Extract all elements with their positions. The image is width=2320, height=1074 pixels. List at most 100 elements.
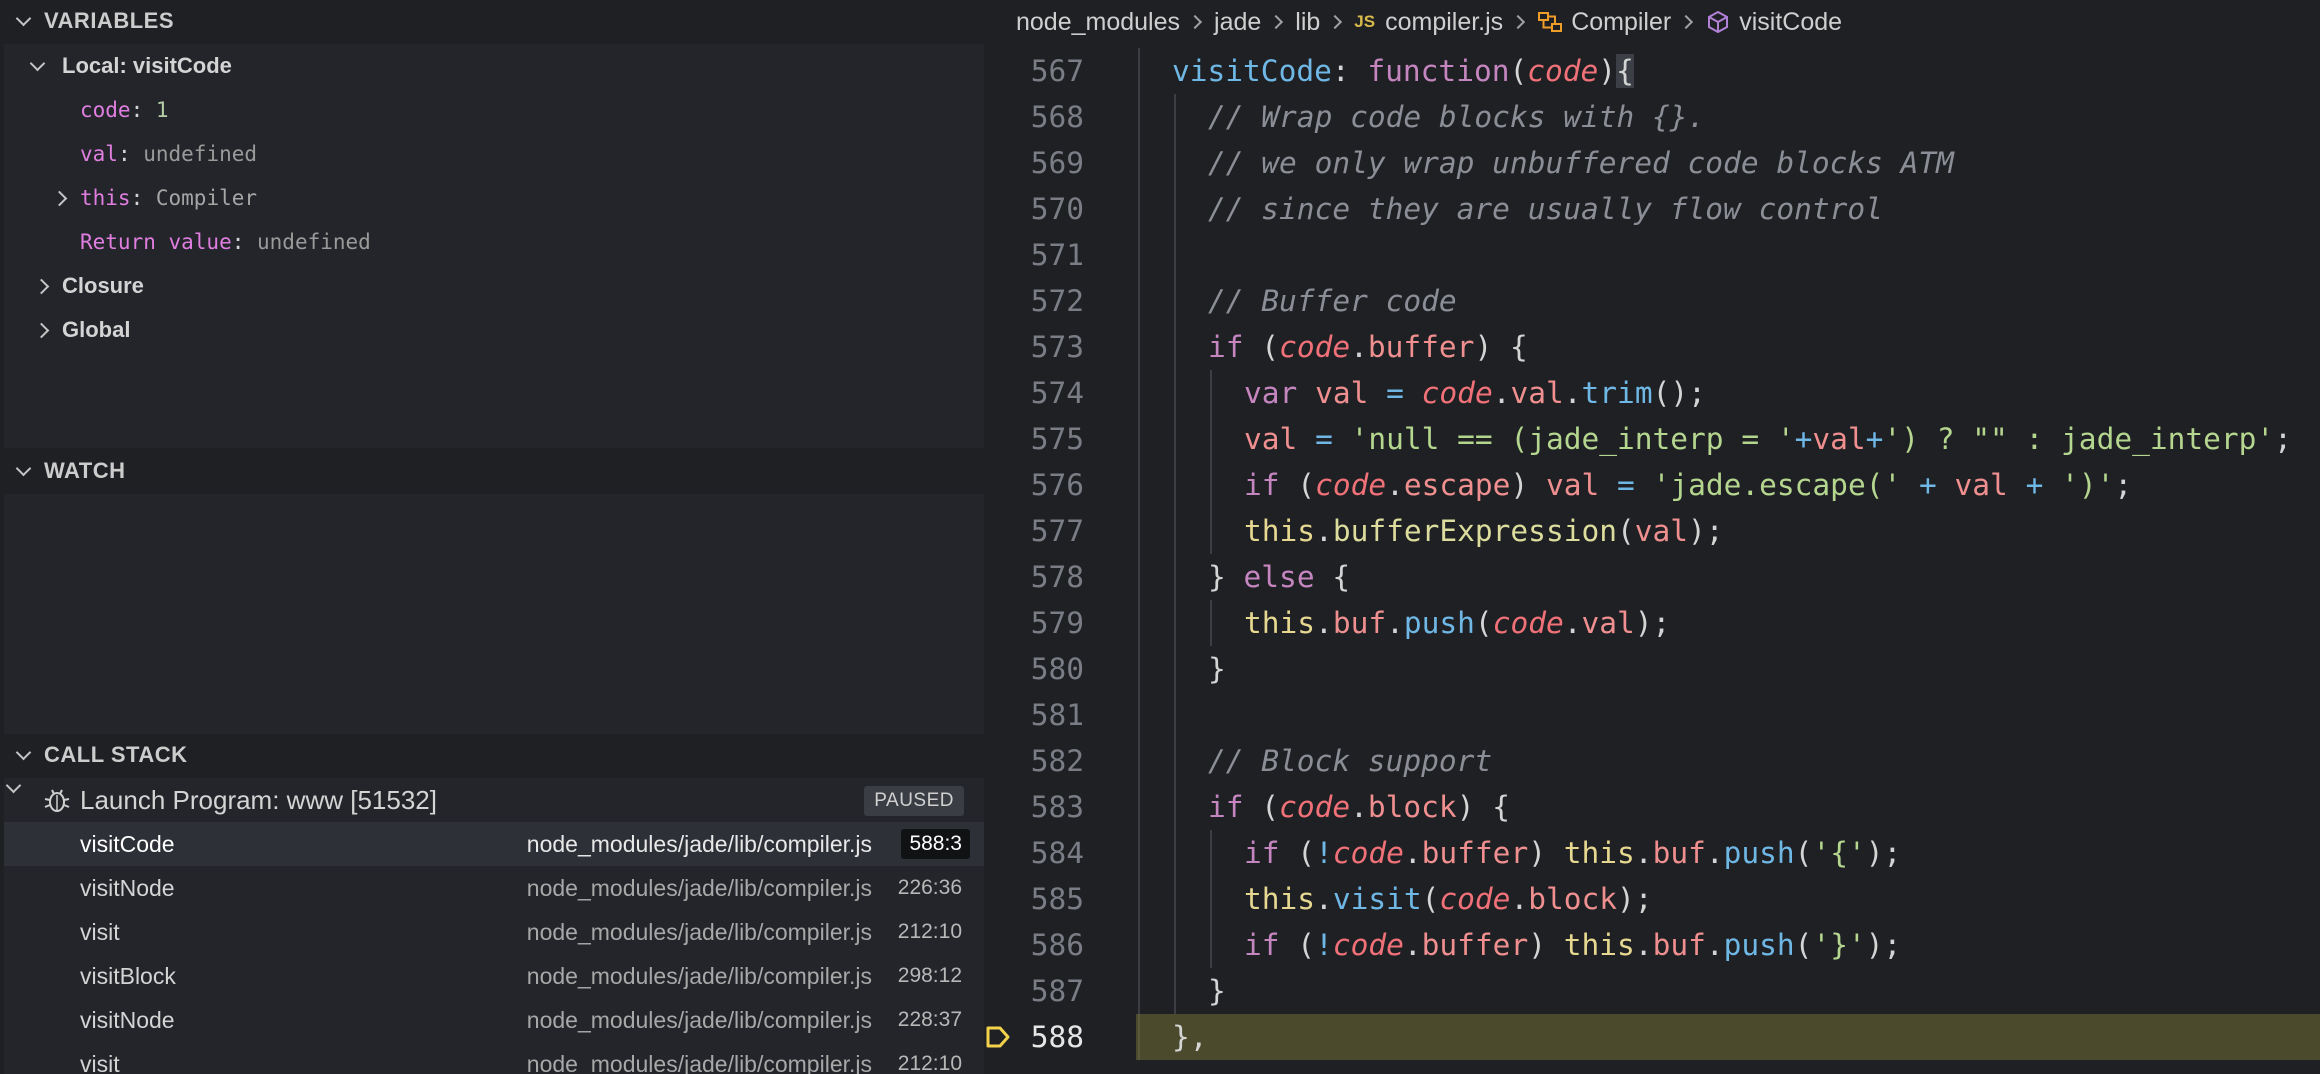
variable-val[interactable]: val: undefined: [4, 132, 984, 176]
frame-name: visit: [80, 1050, 120, 1074]
frame-path: node_modules/jade/lib/compiler.js: [526, 1050, 872, 1074]
scope-local[interactable]: Local: visitCode: [4, 44, 984, 88]
variable-value: 1: [155, 98, 169, 122]
line-number: 572: [1030, 284, 1084, 318]
frame-position: 212:10: [897, 920, 962, 943]
watch-panel: [4, 494, 984, 734]
line-number: 573: [1030, 330, 1084, 364]
code-line: 572 // Buffer code: [984, 278, 2320, 324]
class-icon: [1538, 12, 1563, 32]
variables-section-header[interactable]: VARIABLES: [0, 0, 984, 42]
thread-item[interactable]: Launch Program: www [51532] PAUSED: [4, 778, 984, 822]
frame-position: 212:10: [897, 1052, 962, 1074]
code-line: 584 if (!code.buffer) this.buf.push('{')…: [984, 830, 2320, 876]
code-line: 575 val = 'null == (jade_interp = '+val+…: [984, 416, 2320, 462]
call-stack-section-header[interactable]: CALL STACK: [0, 734, 984, 776]
breadcrumb-item[interactable]: lib: [1295, 8, 1320, 37]
variable-return-value[interactable]: Return value: undefined: [4, 220, 984, 264]
js-file-icon: JS: [1354, 12, 1376, 31]
variable-name: this: [80, 186, 131, 210]
breadcrumb-item[interactable]: node_modules: [1016, 8, 1180, 37]
frame-path: node_modules/jade/lib/compiler.js: [526, 874, 872, 901]
method-icon: [1708, 10, 1729, 34]
code-editor: node_modules jade lib JS compiler.js Com…: [984, 0, 2320, 1074]
line-number: 588: [1030, 1020, 1084, 1054]
line-number: 570: [1030, 192, 1084, 226]
paused-badge: PAUSED: [864, 786, 964, 816]
code-line: 587 }: [984, 968, 2320, 1014]
chevron-down-icon[interactable]: [14, 745, 34, 765]
variable-name: code: [80, 98, 131, 122]
chevron-right-icon[interactable]: [34, 320, 54, 340]
line-number: 578: [1030, 560, 1084, 594]
watch-title: WATCH: [44, 458, 126, 483]
stack-frame[interactable]: visitCode node_modules/jade/lib/compiler…: [4, 822, 984, 866]
variable-this[interactable]: this: Compiler: [4, 176, 984, 220]
line-number: 585: [1030, 882, 1084, 916]
chevron-right-icon[interactable]: [34, 276, 54, 296]
line-number: 577: [1030, 514, 1084, 548]
variable-value: undefined: [143, 142, 258, 166]
variable-name: val: [80, 142, 118, 166]
variable-name: Return value: [80, 230, 232, 254]
frame-name: visitNode: [80, 874, 175, 901]
chevron-down-icon[interactable]: [28, 56, 48, 76]
variables-title: VARIABLES: [44, 8, 174, 33]
stack-frame[interactable]: visit node_modules/jade/lib/compiler.js …: [4, 910, 984, 954]
stack-frame[interactable]: visitBlock node_modules/jade/lib/compile…: [4, 954, 984, 998]
chevron-right-icon: [1330, 16, 1342, 28]
breadcrumb-item[interactable]: jade: [1214, 8, 1261, 37]
chevron-right-icon: [1513, 16, 1525, 28]
line-number: 569: [1030, 146, 1084, 180]
variable-value: undefined: [257, 230, 371, 254]
variables-panel: Local: visitCode code: 1 val: undefined …: [4, 44, 984, 448]
code-line: 578 } else {: [984, 554, 2320, 600]
line-number: 579: [1030, 606, 1084, 640]
code-line: 570 // since they are usually flow contr…: [984, 186, 2320, 232]
call-stack-title: CALL STACK: [44, 742, 188, 767]
watch-section-header[interactable]: WATCH: [0, 450, 984, 492]
variable-code[interactable]: code: 1: [4, 88, 984, 132]
breadcrumb-item[interactable]: compiler.js: [1385, 8, 1503, 37]
line-number: 583: [1030, 790, 1084, 824]
chevron-right-icon: [1190, 16, 1202, 28]
line-number: 580: [1030, 652, 1084, 686]
chevron-right-icon[interactable]: [52, 188, 72, 208]
breadcrumb: node_modules jade lib JS compiler.js Com…: [984, 0, 2320, 44]
code-line: 569 // we only wrap unbuffered code bloc…: [984, 140, 2320, 186]
scope-closure[interactable]: Closure: [4, 264, 984, 308]
stack-frame[interactable]: visit node_modules/jade/lib/compiler.js …: [4, 1042, 984, 1074]
code-line: 576 if (code.escape) val = 'jade.escape(…: [984, 462, 2320, 508]
breadcrumb-item[interactable]: Compiler: [1571, 8, 1671, 37]
frame-position: 298:12: [897, 964, 962, 987]
variable-value: Compiler: [155, 186, 258, 210]
code-line: 579 this.buf.push(code.val);: [984, 600, 2320, 646]
chevron-down-icon[interactable]: [14, 461, 34, 481]
frame-position: 588:3: [901, 829, 970, 859]
scope-global[interactable]: Global: [4, 308, 984, 352]
frame-name: visitNode: [80, 1006, 175, 1033]
bug-icon: [44, 789, 70, 812]
frame-position: 228:37: [897, 1008, 962, 1031]
scope-closure-label: Closure: [62, 273, 144, 298]
code-line: 573 if (code.buffer) {: [984, 324, 2320, 370]
frame-name: visit: [80, 918, 120, 945]
code-line: 586 if (!code.buffer) this.buf.push('}')…: [984, 922, 2320, 968]
frame-name: visitCode: [80, 830, 175, 857]
line-number: 584: [1030, 836, 1084, 870]
code-line: 577 this.bufferExpression(val);: [984, 508, 2320, 554]
line-number: 581: [1030, 698, 1084, 732]
frame-name: visitBlock: [80, 962, 176, 989]
code-line: 568 // Wrap code blocks with {}.: [984, 94, 2320, 140]
chevron-down-icon[interactable]: [14, 11, 34, 31]
scope-local-label: Local: visitCode: [62, 53, 232, 78]
code-line: 581: [984, 692, 2320, 738]
frame-path: node_modules/jade/lib/compiler.js: [526, 1006, 872, 1033]
thread-label: Launch Program: www [51532]: [80, 784, 437, 815]
frame-path: node_modules/jade/lib/compiler.js: [526, 918, 872, 945]
code-line: 574 var val = code.val.trim();: [984, 370, 2320, 416]
breadcrumb-item[interactable]: visitCode: [1739, 8, 1842, 37]
stack-frame[interactable]: visitNode node_modules/jade/lib/compiler…: [4, 866, 984, 910]
line-number: 587: [1030, 974, 1084, 1008]
stack-frame[interactable]: visitNode node_modules/jade/lib/compiler…: [4, 998, 984, 1042]
